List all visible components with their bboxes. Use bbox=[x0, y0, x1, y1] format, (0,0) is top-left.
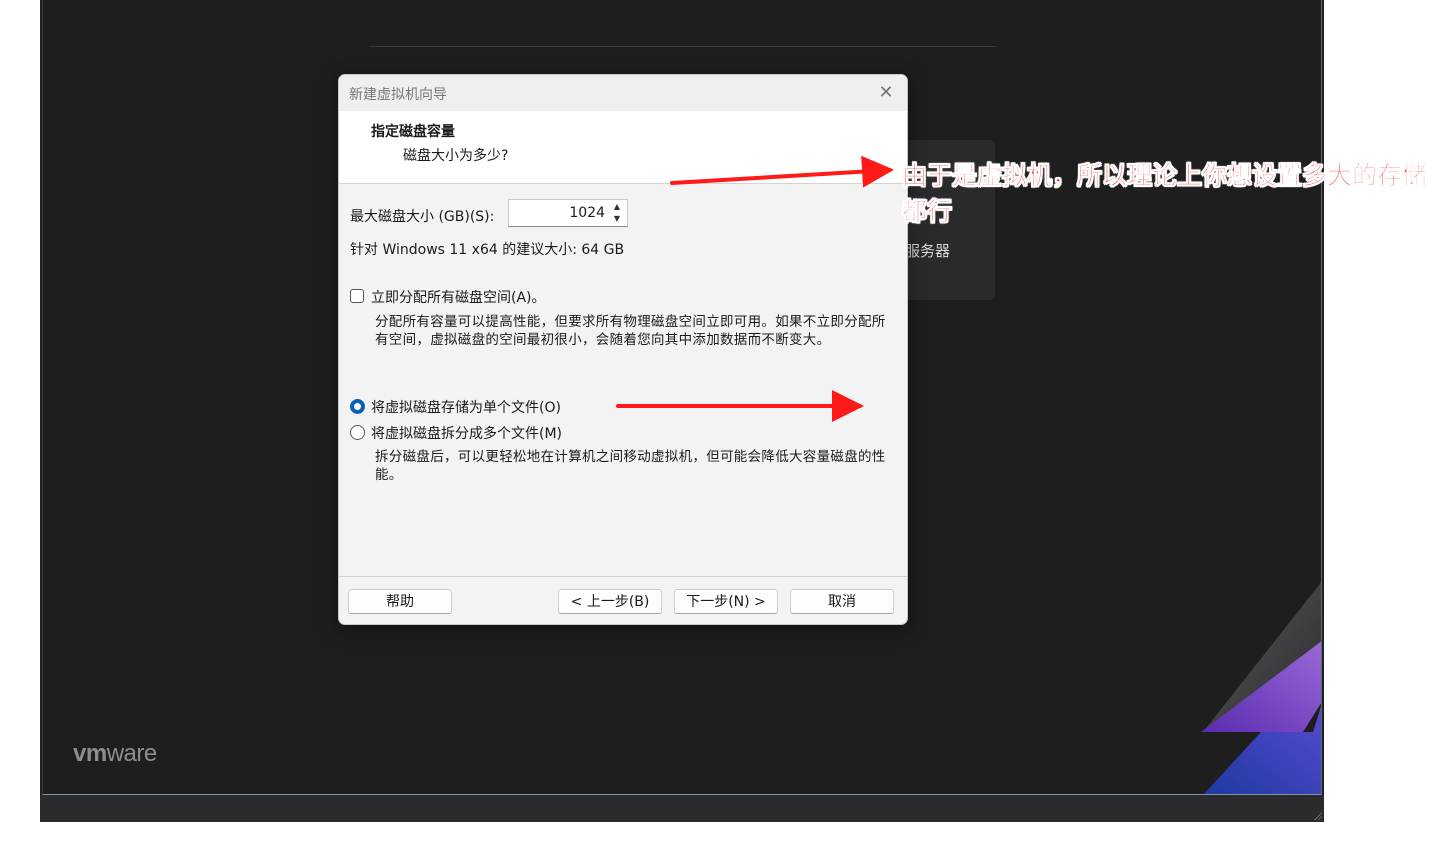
single-file-radio[interactable] bbox=[350, 399, 365, 414]
close-icon[interactable]: ✕ bbox=[873, 80, 899, 106]
allocate-all-description: 分配所有容量可以提高性能，但要求所有物理磁盘空间立即可用。如果不立即分配所有空间… bbox=[375, 314, 886, 348]
cancel-button[interactable]: 取消 bbox=[790, 589, 894, 614]
back-button[interactable]: < 上一步(B) bbox=[558, 589, 662, 614]
decorative-shapes bbox=[1201, 582, 1321, 794]
recommended-size-text: 针对 Windows 11 x64 的建议大小: 64 GB bbox=[350, 242, 625, 258]
help-button[interactable]: 帮助 bbox=[348, 589, 452, 614]
resize-grip-icon[interactable] bbox=[1312, 810, 1322, 820]
allocate-all-checkbox[interactable] bbox=[350, 289, 364, 303]
max-disk-size-label: 最大磁盘大小 (GB)(S): bbox=[350, 209, 495, 225]
next-button[interactable]: 下一步(N) > bbox=[674, 589, 778, 614]
top-divider bbox=[369, 46, 996, 47]
stepper-down-icon[interactable]: ▼ bbox=[608, 213, 626, 225]
allocate-all-label[interactable]: 立即分配所有磁盘空间(A)。 bbox=[371, 287, 546, 307]
split-files-description: 拆分磁盘后，可以更轻松地在计算机之间移动虚拟机，但可能会降低大容量磁盘的性能。 bbox=[375, 449, 886, 483]
dialog-title: 新建虚拟机向导 bbox=[349, 87, 447, 103]
wizard-footer: 帮助 < 上一步(B) 下一步(N) > 取消 bbox=[339, 576, 907, 624]
vmware-logo: vmware bbox=[73, 740, 157, 768]
split-files-label[interactable]: 将虚拟磁盘拆分成多个文件(M) bbox=[371, 423, 562, 443]
new-vm-wizard-dialog: 新建虚拟机向导 ✕ 指定磁盘容量 磁盘大小为多少? 最大磁盘大小 (GB)(S)… bbox=[338, 74, 908, 625]
wizard-body: 最大磁盘大小 (GB)(S): 1024 ▲ ▼ 针对 Windows 11 x… bbox=[339, 184, 907, 576]
vmware-logo-vm: vm bbox=[73, 740, 107, 767]
page-title: 指定磁盘容量 bbox=[371, 124, 455, 140]
dialog-titlebar[interactable]: 新建虚拟机向导 ✕ bbox=[339, 75, 907, 111]
annotation-note: 由于是虚拟机，所以理论上你想设置多大的存储都行 bbox=[902, 161, 1428, 227]
screen: 服务器 vmware 新建虚拟机向导 ✕ 指定磁盘容量 磁盘大小为多少? 最大磁… bbox=[0, 0, 1449, 865]
max-disk-size-value[interactable]: 1024 bbox=[569, 205, 605, 221]
stepper-up-icon[interactable]: ▲ bbox=[608, 201, 626, 213]
connect-server-card-label: 服务器 bbox=[905, 242, 951, 260]
single-file-label[interactable]: 将虚拟磁盘存储为单个文件(O) bbox=[371, 397, 561, 417]
page-subtitle: 磁盘大小为多少? bbox=[403, 148, 509, 164]
wizard-header: 指定磁盘容量 磁盘大小为多少? bbox=[339, 111, 907, 184]
max-disk-size-stepper[interactable]: 1024 ▲ ▼ bbox=[508, 199, 628, 227]
split-files-radio[interactable] bbox=[350, 425, 365, 440]
vmware-logo-ware: ware bbox=[106, 740, 158, 767]
status-bar bbox=[40, 795, 1324, 822]
